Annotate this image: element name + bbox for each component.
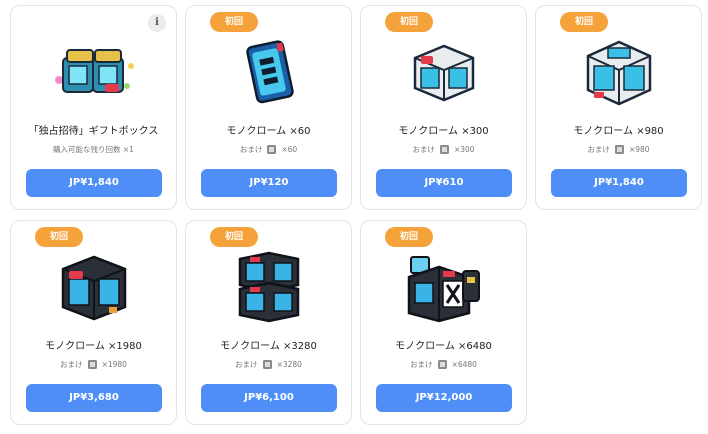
monochrome-crystal-icon xyxy=(614,144,625,155)
monochrome-crystal-icon xyxy=(262,359,273,370)
monochrome-6480-icon xyxy=(399,251,489,323)
buy-button[interactable]: JP¥12,000 xyxy=(376,384,512,412)
bonus-count: ×60 xyxy=(281,145,298,154)
gift-box-icon xyxy=(49,36,139,108)
monochrome-crystal-icon xyxy=(439,144,450,155)
buy-button[interactable]: JP¥1,840 xyxy=(26,169,162,197)
first-purchase-badge: 初回 xyxy=(210,12,258,32)
bonus-label: おまけ xyxy=(60,360,83,369)
first-purchase-badge: 初回 xyxy=(35,227,83,247)
product-name: モノクローム ×3280 xyxy=(220,341,317,352)
monochrome-crystal-icon xyxy=(87,359,98,370)
product-card-monochrome-60[interactable]: 初回 モノクローム ×60 おまけ ×60 JP¥120 xyxy=(185,5,352,210)
buy-button[interactable]: JP¥610 xyxy=(376,169,512,197)
bonus-label: おまけ xyxy=(410,360,433,369)
buy-button[interactable]: JP¥3,680 xyxy=(26,384,162,412)
monochrome-980-icon xyxy=(574,36,664,108)
product-card-gift-box[interactable]: i 「独占招待」ギフトボックス 購入可能な残り回数 ×1 JP¥1,840 xyxy=(10,5,177,210)
bonus-count: ×6480 xyxy=(451,360,477,369)
monochrome-60-icon xyxy=(224,36,314,108)
product-name: モノクローム ×1980 xyxy=(45,341,142,352)
bonus-row: おまけ ×980 xyxy=(536,144,701,155)
monochrome-crystal-icon xyxy=(266,144,277,155)
product-name: モノクローム ×300 xyxy=(398,126,489,137)
product-card-monochrome-3280[interactable]: 初回 モノクローム ×3280 おまけ ×3280 JP¥6,100 xyxy=(185,220,352,425)
bonus-label: おまけ xyxy=(235,360,258,369)
product-card-monochrome-300[interactable]: 初回 モノクローム ×300 おまけ ×300 JP¥610 xyxy=(360,5,527,210)
bonus-count: ×980 xyxy=(628,145,650,154)
monochrome-3280-icon xyxy=(224,251,314,323)
product-card-monochrome-6480[interactable]: 初回 モノクローム ×6480 おまけ ×6480 JP¥12,000 xyxy=(360,220,527,425)
bonus-row: おまけ ×1980 xyxy=(11,359,176,370)
bonus-count: ×300 xyxy=(453,145,475,154)
bonus-count: ×3280 xyxy=(276,360,302,369)
bonus-label: おまけ xyxy=(587,145,610,154)
product-name: 「独占招待」ギフトボックス xyxy=(28,126,159,137)
remaining-count: 購入可能な残り回数 ×1 xyxy=(53,145,134,154)
buy-button[interactable]: JP¥1,840 xyxy=(551,169,687,197)
bonus-count: ×1980 xyxy=(101,360,127,369)
product-card-monochrome-980[interactable]: 初回 モノクローム ×980 おまけ ×980 JP¥1,840 xyxy=(535,5,702,210)
monochrome-crystal-icon xyxy=(437,359,448,370)
buy-button[interactable]: JP¥120 xyxy=(201,169,337,197)
product-name: モノクローム ×60 xyxy=(226,126,311,137)
monochrome-1980-icon xyxy=(49,251,139,323)
product-name: モノクローム ×980 xyxy=(573,126,664,137)
bonus-row: おまけ ×3280 xyxy=(186,359,351,370)
bonus-row: おまけ ×6480 xyxy=(361,359,526,370)
first-purchase-badge: 初回 xyxy=(385,227,433,247)
first-purchase-badge: 初回 xyxy=(560,12,608,32)
product-name: モノクローム ×6480 xyxy=(395,341,492,352)
bonus-row: おまけ ×300 xyxy=(361,144,526,155)
bonus-label: おまけ xyxy=(239,145,263,154)
bonus-label: おまけ xyxy=(412,145,435,154)
monochrome-300-icon xyxy=(399,36,489,108)
buy-button[interactable]: JP¥6,100 xyxy=(201,384,337,412)
first-purchase-badge: 初回 xyxy=(210,227,258,247)
info-icon[interactable]: i xyxy=(148,14,166,32)
bonus-row: おまけ ×60 xyxy=(186,144,351,155)
product-card-monochrome-1980[interactable]: 初回 モノクローム ×1980 おまけ ×1980 JP¥3,680 xyxy=(10,220,177,425)
first-purchase-badge: 初回 xyxy=(385,12,433,32)
